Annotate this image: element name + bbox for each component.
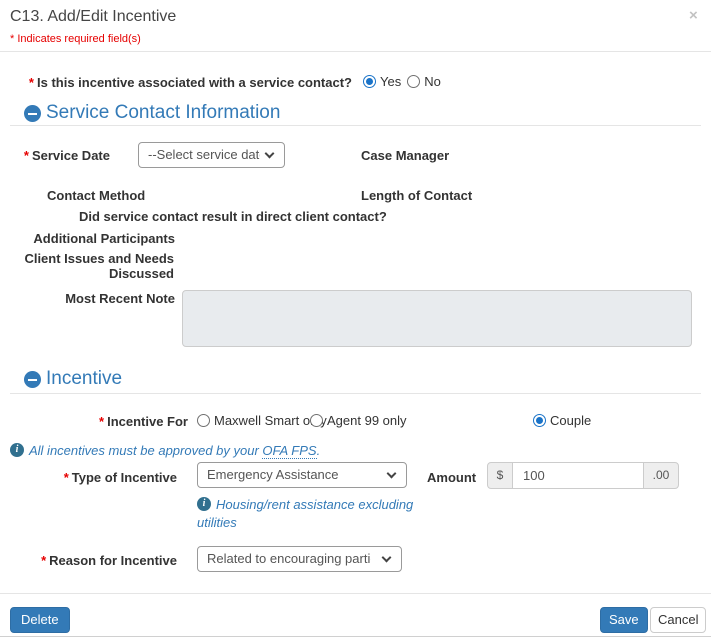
modal-title: C13. Add/Edit Incentive	[10, 7, 176, 27]
radio-option-no[interactable]: No	[407, 74, 441, 89]
service-date-label: *Service Date	[0, 148, 110, 163]
type-of-incentive-value: Emergency Assistance	[207, 463, 339, 487]
chevron-down-icon	[265, 149, 275, 159]
service-contact-question-radios: Yes No	[363, 74, 441, 91]
type-of-incentive-help: i Housing/rent assistance excluding util…	[197, 497, 447, 531]
most-recent-note-textarea	[182, 290, 692, 347]
approval-note: i All incentives must be approved by you…	[10, 443, 320, 459]
incentive-section-title: Incentive	[46, 368, 122, 390]
radio-agent99-label: Agent 99 only	[327, 413, 407, 428]
contact-method-label: Contact Method	[47, 188, 145, 203]
radio-option-yes[interactable]: Yes	[363, 74, 401, 89]
amount-input-group: $ .00	[487, 462, 679, 489]
reason-for-incentive-label: *Reason for Incentive	[0, 553, 177, 568]
save-button[interactable]: Save	[600, 607, 648, 633]
delete-button[interactable]: Delete	[10, 607, 70, 633]
direct-contact-question-label: Did service contact result in direct cli…	[79, 209, 387, 224]
ofa-fps-link[interactable]: OFA FPS	[262, 443, 316, 459]
divider	[10, 393, 701, 394]
required-asterisk: *	[41, 553, 46, 568]
service-date-select[interactable]: --Select service date	[138, 142, 285, 168]
radio-option-couple[interactable]: Couple	[533, 413, 591, 428]
amount-input[interactable]	[512, 462, 644, 489]
amount-label: Amount	[427, 470, 476, 485]
divider	[10, 125, 701, 126]
info-icon: i	[10, 443, 24, 457]
chevron-down-icon	[382, 553, 392, 563]
radio-agent99-icon	[310, 414, 323, 427]
required-asterisk: *	[99, 414, 104, 429]
length-of-contact-label: Length of Contact	[361, 188, 472, 203]
required-asterisk: *	[29, 75, 34, 90]
reason-for-incentive-value: Related to encouraging participation	[207, 547, 371, 571]
amount-dollar-addon: $	[487, 462, 513, 489]
case-manager-label: Case Manager	[361, 148, 449, 163]
collapse-service-section-icon[interactable]	[24, 105, 41, 122]
cancel-button[interactable]: Cancel	[650, 607, 706, 633]
radio-couple-label: Couple	[550, 413, 591, 428]
radio-maxwell-icon	[197, 414, 210, 427]
radio-yes-icon	[363, 75, 376, 88]
service-date-value: --Select service date	[148, 143, 260, 167]
reason-for-incentive-select[interactable]: Related to encouraging participation	[197, 546, 402, 572]
divider	[0, 51, 711, 52]
close-icon[interactable]: ×	[689, 8, 698, 24]
radio-yes-label: Yes	[380, 74, 401, 89]
client-issues-label: Client Issues and Needs Discussed	[0, 251, 174, 281]
type-of-incentive-label: *Type of Incentive	[0, 470, 177, 485]
chevron-down-icon	[387, 469, 397, 479]
required-fields-note: * Indicates required field(s)	[10, 33, 141, 45]
divider	[0, 593, 711, 594]
required-asterisk: *	[64, 470, 69, 485]
modal-bottom-edge	[0, 636, 711, 637]
most-recent-note-label: Most Recent Note	[0, 291, 175, 306]
incentive-for-label: *Incentive For	[0, 414, 188, 429]
radio-no-label: No	[424, 74, 441, 89]
amount-cents-addon: .00	[643, 462, 679, 489]
type-of-incentive-select[interactable]: Emergency Assistance	[197, 462, 407, 488]
radio-couple-icon	[533, 414, 546, 427]
radio-option-agent-99-only[interactable]: Agent 99 only	[310, 413, 407, 428]
additional-participants-label: Additional Participants	[0, 231, 175, 246]
required-asterisk: *	[24, 148, 29, 163]
add-edit-incentive-modal: C13. Add/Edit Incentive × * Indicates re…	[0, 0, 711, 640]
radio-no-icon	[407, 75, 420, 88]
collapse-incentive-section-icon[interactable]	[24, 371, 41, 388]
service-contact-question-label: *Is this incentive associated with a ser…	[0, 75, 352, 90]
service-section-title: Service Contact Information	[46, 102, 280, 124]
radio-option-maxwell-smart-only[interactable]: Maxwell Smart only	[197, 413, 327, 428]
info-icon: i	[197, 497, 211, 511]
